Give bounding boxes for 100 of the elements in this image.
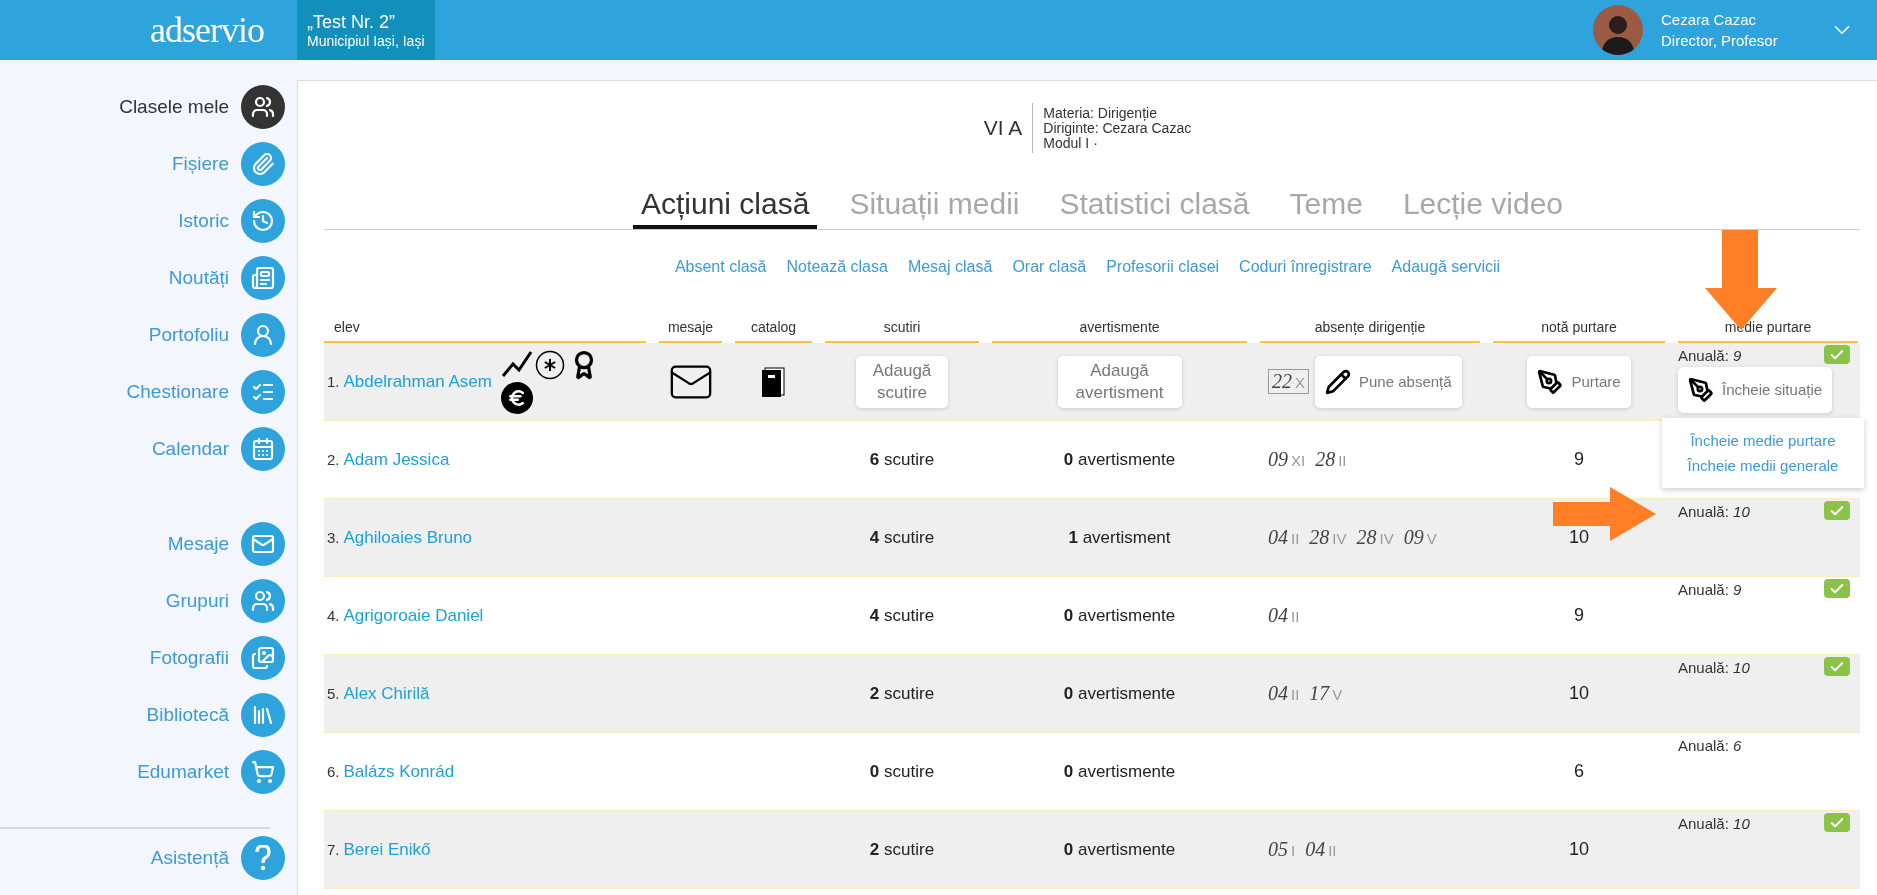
student-name[interactable]: Abdelrahman Asem xyxy=(343,370,492,393)
book-icon[interactable] xyxy=(761,366,786,397)
action-link[interactable]: Orar clasă xyxy=(1012,258,1087,276)
conduct-grade: 10 xyxy=(1569,839,1589,860)
sidebar-item[interactable]: Portofoliu xyxy=(0,306,297,363)
absence-date: 04 II xyxy=(1268,526,1300,549)
logo[interactable]: adservio xyxy=(150,9,290,51)
row-number: 7. xyxy=(327,840,340,858)
class-detail: Materia: Dirigenție xyxy=(1043,105,1158,121)
sidebar-icon xyxy=(251,759,275,784)
exemption-count: 2 scutire xyxy=(869,839,935,860)
student-name[interactable]: Alex Chirilă xyxy=(343,682,430,705)
tab[interactable]: Lecție video xyxy=(1394,187,1571,229)
sidebar-icon xyxy=(251,645,275,670)
sidebar-label: Grupuri xyxy=(165,589,229,612)
user-name: Cezara Cazac xyxy=(1661,11,1758,28)
sidebar-label: Chestionare xyxy=(126,380,229,403)
sidebar-item[interactable]: Bibliotecă xyxy=(0,686,297,743)
school-name: „Test Nr. 2” xyxy=(307,11,396,33)
sidebar-item[interactable]: Mesaje xyxy=(0,515,297,572)
add-warning-button[interactable]: Adaugă avertisment xyxy=(1057,355,1182,408)
sidebar-label: Calendar xyxy=(151,437,229,460)
annual-average: Anuală: 6 xyxy=(1678,737,1742,755)
menu-item[interactable]: Încheie medii generale xyxy=(1687,457,1839,474)
absence-date: 04 II xyxy=(1268,682,1300,705)
annual-average: Anuală: 10 xyxy=(1678,815,1750,833)
annual-average: Anuală: 10 xyxy=(1678,659,1750,677)
row-number: 1. xyxy=(327,372,340,390)
annual-average: Anuală: 9 xyxy=(1678,347,1742,365)
tab[interactable]: Situații medii xyxy=(841,187,1028,229)
sidebar-item[interactable]: Noutăți xyxy=(0,249,297,306)
tab[interactable]: Acțiuni clasă xyxy=(632,187,818,229)
exemption-count: 6 scutire xyxy=(869,449,935,470)
class-name: VI A xyxy=(983,103,1034,153)
student-name[interactable]: Adam Jessica xyxy=(343,448,450,471)
student-name[interactable]: Berei Enikő xyxy=(343,838,431,861)
tab[interactable]: Statistici clasă xyxy=(1051,187,1258,229)
close-situation-button[interactable]: Încheie situație xyxy=(1678,367,1833,413)
tab[interactable]: Teme xyxy=(1281,187,1371,229)
exemption-count: 0 scutire xyxy=(869,761,935,782)
student-name[interactable]: Balázs Konrád xyxy=(343,760,455,783)
chart-line-icon[interactable] xyxy=(501,349,533,378)
conduct-button[interactable]: Purtare xyxy=(1527,355,1631,408)
sidebar-item[interactable]: Edumarket xyxy=(0,743,297,800)
sidebar-item[interactable]: Calendar xyxy=(0,420,297,477)
conduct-grade: 10 xyxy=(1569,683,1589,704)
absence-date: 09XI xyxy=(1268,448,1306,471)
class-detail: Modul I · xyxy=(1043,135,1099,151)
row-number: 5. xyxy=(327,684,340,702)
sidebar-label: Istoric xyxy=(178,209,229,232)
euro-icon[interactable] xyxy=(501,381,533,414)
row-number: 3. xyxy=(327,528,340,546)
conduct-grade: 6 xyxy=(1574,761,1584,782)
absence-date: 09V xyxy=(1403,526,1437,549)
sidebar-item[interactable]: Asistență xyxy=(0,829,297,886)
sidebar-item[interactable]: Fișiere xyxy=(0,135,297,192)
absence-date: 04 II xyxy=(1268,604,1300,627)
sidebar-label: Portofoliu xyxy=(148,323,229,346)
warning-count: 0 avertismente xyxy=(1063,449,1176,470)
student-name[interactable]: Aghiloaies Bruno xyxy=(343,526,473,549)
pen-icon xyxy=(1688,377,1714,403)
absence-date: 28 IV xyxy=(1309,526,1347,549)
action-link[interactable]: Coduri înregistrare xyxy=(1239,258,1372,276)
sidebar-item[interactable]: Fotografii xyxy=(0,629,297,686)
menu-item[interactable]: Încheie medie purtare xyxy=(1690,432,1836,449)
exemption-count: 4 scutire xyxy=(869,527,935,548)
absence-date: 28 IV xyxy=(1356,526,1394,549)
sidebar-item[interactable]: Chestionare xyxy=(0,363,297,420)
sidebar-icon xyxy=(251,208,275,233)
conduct-grade: 9 xyxy=(1574,605,1584,626)
annual-average: Anuală: 9 xyxy=(1678,581,1742,599)
student-name[interactable]: Agrigoroaie Daniel xyxy=(343,604,484,627)
asterisk-circle-icon[interactable] xyxy=(535,349,565,380)
school-place: Municipiul Iași, Iași xyxy=(307,32,425,49)
user-role: Director, Profesor xyxy=(1661,32,1779,49)
conduct-grade: 9 xyxy=(1574,449,1584,470)
action-link[interactable]: Profesorii clasei xyxy=(1106,258,1220,276)
add-absence-button[interactable]: Pune absență xyxy=(1315,355,1462,408)
action-link[interactable]: Adaugă servicii xyxy=(1391,258,1501,276)
exemption-count: 2 scutire xyxy=(869,683,935,704)
sidebar-icon xyxy=(251,94,275,119)
add-exemption-button[interactable]: Adaugă scutire xyxy=(856,355,948,408)
warning-count: 0 avertismente xyxy=(1063,683,1176,704)
sidebar-item[interactable]: Grupuri xyxy=(0,572,297,629)
action-link[interactable]: Mesaj clasă xyxy=(907,258,993,276)
sidebar-label: Bibliotecă xyxy=(146,703,229,726)
exemption-count: 4 scutire xyxy=(869,605,935,626)
avatar[interactable] xyxy=(1593,5,1643,55)
action-link[interactable]: Notează clasa xyxy=(786,258,888,276)
sidebar-icon xyxy=(251,265,275,290)
warning-count: 1 avertisment xyxy=(1068,527,1171,548)
help-icon xyxy=(255,844,271,871)
action-link[interactable]: Absent clasă xyxy=(674,258,767,276)
sidebar-item[interactable]: Clasele mele xyxy=(0,78,297,135)
absence-date: 05 I xyxy=(1268,838,1296,861)
sidebar-item[interactable]: Istoric xyxy=(0,192,297,249)
absence-date: 22X xyxy=(1268,369,1309,394)
sidebar-label: Fișiere xyxy=(172,152,229,175)
absence-date: 17V xyxy=(1309,682,1343,705)
sidebar-label: Fotografii xyxy=(149,646,229,669)
